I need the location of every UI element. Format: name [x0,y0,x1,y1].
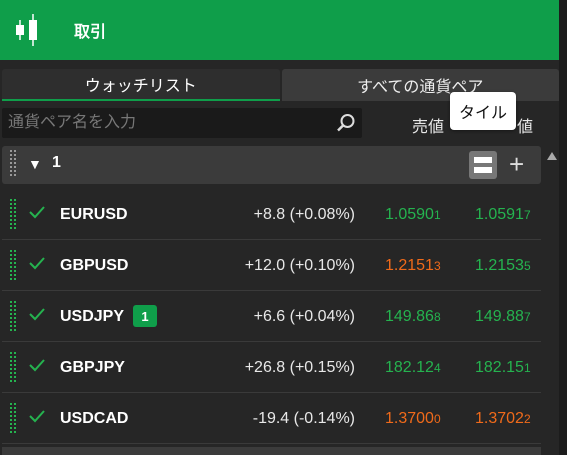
sell-price[interactable]: 1.21513 [385,257,441,275]
scrollbar[interactable] [543,146,559,455]
column-header-buy[interactable]: 値 [517,113,533,137]
row-drag-handle-icon[interactable] [10,199,18,231]
table-row[interactable]: USDCAD -19.4 (-0.14%) 1.37000 1.37022 [2,393,541,444]
checkmark-icon[interactable] [28,203,46,221]
row-drag-handle-icon[interactable] [10,301,18,333]
row-drag-handle-icon[interactable] [10,403,18,435]
search-input[interactable] [2,108,322,138]
buy-price[interactable]: 182.151 [475,359,531,377]
page-title: 取引 [74,24,107,41]
tab-watchlist[interactable]: ウォッチリスト [2,69,280,101]
position-count-badge[interactable]: 1 [133,305,157,327]
price-change: +12.0 (+0.10%) [244,257,355,274]
drag-handle-icon[interactable] [10,150,18,180]
app-header: 取引 [0,0,559,60]
buy-price[interactable]: 1.37022 [475,410,531,428]
sell-price[interactable]: 1.37000 [385,410,441,428]
add-icon[interactable]: + [509,148,524,180]
table-row[interactable]: USDJPY 1 +6.6 (+0.04%) 149.868 149.887 [2,291,541,342]
row-drag-handle-icon[interactable] [10,250,18,282]
currency-pair-symbol: USDJPY [60,308,125,325]
tile-view-button[interactable] [469,151,497,179]
trading-panel: 取引 ウォッチリスト すべての通貨ペア 売値 値 タイル [0,0,567,455]
watchlist-group-header: ▼ 1 + [2,146,541,184]
group-name: 1 [52,154,61,171]
price-change: +8.8 (+0.08%) [253,206,355,223]
tile-tooltip: タイル [450,92,516,130]
checkmark-icon[interactable] [28,407,46,425]
row-drag-handle-icon[interactable] [10,352,18,384]
buy-price[interactable]: 1.21535 [475,257,531,275]
currency-pair-symbol: GBPJPY [60,359,125,376]
sell-price[interactable]: 182.124 [385,359,441,377]
checkmark-icon[interactable] [28,254,46,272]
buy-price[interactable]: 1.05917 [475,206,531,224]
table-row[interactable]: GBPUSD +12.0 (+0.10%) 1.21513 1.21535 [2,240,541,291]
price-change: +26.8 (+0.15%) [244,359,355,376]
search-icon[interactable] [336,113,356,133]
right-edge-divider [559,0,567,455]
next-group-header [2,447,541,455]
sell-price[interactable]: 149.868 [385,308,441,326]
price-change: -19.4 (-0.14%) [252,410,355,427]
tab-all-pairs[interactable]: すべての通貨ペア [281,69,559,101]
currency-pair-symbol: GBPUSD [60,257,129,274]
price-change: +6.6 (+0.04%) [253,308,355,325]
watchlist-rows: EURUSD +8.8 (+0.08%) 1.05901 1.05917 GBP… [2,189,541,444]
currency-pair-symbol: EURUSD [60,206,128,223]
scroll-up-arrow-icon[interactable] [547,152,557,160]
collapse-caret-icon[interactable]: ▼ [28,156,42,172]
checkmark-icon[interactable] [28,305,46,323]
search-box [2,108,362,138]
buy-price[interactable]: 149.887 [475,308,531,326]
table-row[interactable]: EURUSD +8.8 (+0.08%) 1.05901 1.05917 [2,189,541,240]
table-row[interactable]: GBPJPY +26.8 (+0.15%) 182.124 182.151 [2,342,541,393]
currency-pair-symbol: USDCAD [60,410,129,427]
checkmark-icon[interactable] [28,356,46,374]
sell-price[interactable]: 1.05901 [385,206,441,224]
candlestick-logo-icon [10,0,50,60]
column-header-sell[interactable]: 売値 [412,113,444,137]
